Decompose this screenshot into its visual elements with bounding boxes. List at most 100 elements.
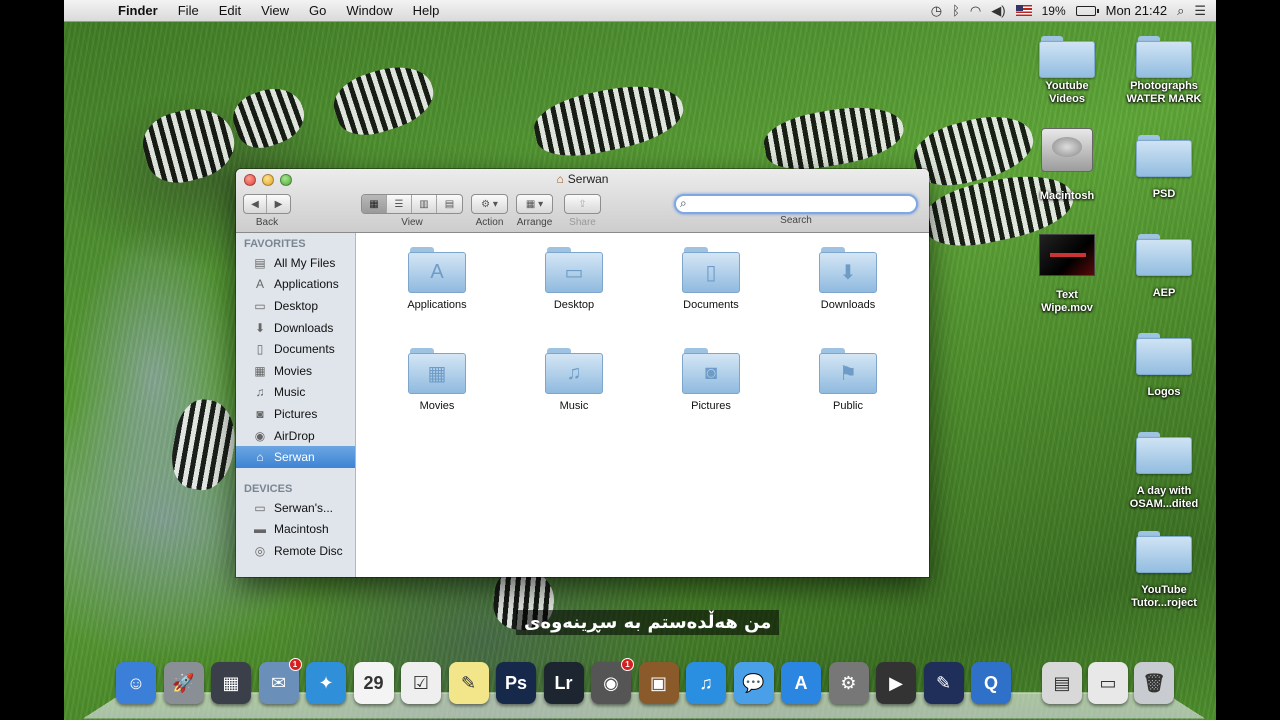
utility-dock-icon[interactable]: ✎ <box>923 662 964 704</box>
devices-header: DEVICES <box>244 482 293 495</box>
menu-view[interactable]: View <box>251 3 299 18</box>
folder-icon <box>1136 234 1192 276</box>
folder-item[interactable]: ♫ Music <box>519 348 629 412</box>
finder-sidebar: FAVORITES ▤ All My Files A Applications ▭ Des… <box>236 233 356 577</box>
iphoto-dock-icon[interactable]: ▣ <box>638 662 679 704</box>
sidebar-item-serwan[interactable]: ⌂ Serwan <box>236 446 355 468</box>
folder-item[interactable]: ⚑ Public <box>793 348 903 412</box>
calendar-dock-icon[interactable]: 29 <box>353 662 394 704</box>
menu-bar: Finder File Edit View Go Window Help ◷ ᛒ… <box>64 0 1216 22</box>
finder-dock-icon[interactable]: ☺ <box>116 662 156 704</box>
sidebar-item-serwan-s[interactable]: ▭ Serwan's... <box>236 497 355 519</box>
sidebar-item-label: Documents <box>274 342 335 357</box>
arrange-button[interactable]: ▦ ▾ <box>516 194 553 214</box>
menu-file[interactable]: File <box>168 3 209 18</box>
app-menu[interactable]: Finder <box>108 3 168 18</box>
quicktime-dock-icon[interactable]: Q <box>971 662 1011 704</box>
icon-view-button[interactable]: ▦ <box>362 195 387 213</box>
folder-item[interactable]: ▦ Movies <box>382 348 492 412</box>
forward-button[interactable]: ▶ <box>267 195 290 213</box>
sidebar-item-macintosh[interactable]: ▬ Macintosh <box>236 519 355 541</box>
folder-item[interactable]: ▭ Desktop <box>519 247 629 311</box>
desktop-item-logos[interactable]: Logos <box>1119 333 1209 399</box>
search-field[interactable]: ⌕ <box>674 194 918 214</box>
desktop-item-photographs[interactable]: Photographs WATER MARK <box>1119 36 1209 106</box>
desktop-item-a-day-with[interactable]: A day with OSAM...dited <box>1119 432 1209 511</box>
photoshop-dock-icon[interactable]: Ps <box>496 662 536 704</box>
movies-icon: ▦ <box>254 363 266 378</box>
action-button[interactable]: ⚙ ▾ <box>471 194 508 214</box>
lightroom-dock-icon[interactable]: Lr <box>543 662 584 704</box>
sidebar-item-all-my-files[interactable]: ▤ All My Files <box>236 252 355 274</box>
battery-percent[interactable]: 19% <box>1042 4 1066 18</box>
arrange-icon: ▦ ▾ <box>525 198 544 210</box>
notes-dock-icon[interactable]: ✎ <box>448 662 489 704</box>
wifi-icon[interactable]: ◠ <box>970 3 981 19</box>
input-source-flag-icon[interactable] <box>1015 5 1032 16</box>
sidebar-item-documents[interactable]: ▯ Documents <box>236 338 355 360</box>
search-input[interactable] <box>696 197 906 211</box>
folder-item[interactable]: A Applications <box>382 247 492 311</box>
sidebar-item-desktop[interactable]: ▭ Desktop <box>236 295 355 317</box>
messages-dock-icon[interactable]: 💬 <box>733 662 774 704</box>
sidebar-item-remote-disc[interactable]: ◎ Remote Disc <box>236 540 355 562</box>
sidebar-item-pictures[interactable]: ◙ Pictures <box>236 403 355 425</box>
sidebar-item-music[interactable]: ♫ Music <box>236 382 355 404</box>
system-preferences-dock-icon[interactable]: ⚙ <box>828 662 869 704</box>
clock[interactable]: Mon 21:42 <box>1106 3 1167 18</box>
battery-icon[interactable] <box>1075 5 1099 16</box>
desktop-item-label: Youtube Videos <box>1045 80 1089 105</box>
spotlight-search-icon[interactable]: ⌕ <box>1177 3 1184 19</box>
facetime-dock-icon[interactable]: ◉ 1 <box>591 658 634 704</box>
itunes-dock-icon[interactable]: ♫ <box>686 662 726 704</box>
view-group: ▦ ☰ ▥ ▤ View <box>361 194 463 228</box>
documents-stack-dock-icon[interactable]: ▭ <box>1088 662 1128 704</box>
menu-edit[interactable]: Edit <box>209 3 251 18</box>
safari-dock-icon[interactable]: ✦ <box>306 662 346 704</box>
back-button[interactable]: ◀ <box>244 195 267 213</box>
volume-icon[interactable]: ◀) <box>991 3 1005 19</box>
desktop-item-aep[interactable]: AEP <box>1119 234 1209 300</box>
final-cut-dock-icon[interactable]: ▶ <box>876 662 916 704</box>
cover-flow-button[interactable]: ▤ <box>437 195 462 213</box>
desktop-icon: ▭ <box>254 298 266 313</box>
applications-folder-icon: A <box>408 247 466 293</box>
trash-dock-icon[interactable]: 🗑 <box>1134 662 1174 704</box>
column-view-button[interactable]: ▥ <box>412 195 437 213</box>
desktop-item-text-wipe[interactable]: Text Wipe.mov <box>1022 234 1112 315</box>
sidebar-item-label: Pictures <box>274 406 318 421</box>
menu-window[interactable]: Window <box>336 3 402 18</box>
list-view-button[interactable]: ☰ <box>387 195 412 213</box>
app-store-dock-icon[interactable]: A <box>781 662 821 704</box>
sidebar-item-downloads[interactable]: ⬇ Downloads <box>236 317 355 339</box>
back-forward-buttons: ◀ ▶ <box>243 194 291 214</box>
desktop-item-psd[interactable]: PSD <box>1119 135 1209 201</box>
folder-item[interactable]: ⬇ Downloads <box>793 247 903 311</box>
hdd-icon: ▬ <box>254 522 266 537</box>
bluetooth-icon[interactable]: ᛒ <box>952 3 960 18</box>
sidebar-item-airdrop[interactable]: ◉ AirDrop <box>236 425 355 447</box>
sidebar-item-movies[interactable]: ▦ Movies <box>236 360 355 382</box>
time-machine-icon[interactable]: ◷ <box>931 3 942 19</box>
share-label: Share <box>569 217 596 228</box>
mail-dock-icon[interactable]: ✉ 1 <box>258 658 302 704</box>
folder-item[interactable]: ◙ Pictures <box>656 348 766 412</box>
notification-center-icon[interactable]: ☰ <box>1194 3 1206 19</box>
desktop-item-macintosh[interactable]: Macintosh <box>1022 128 1112 203</box>
mission-control-dock-icon[interactable]: ▦ <box>211 662 251 704</box>
menu-go[interactable]: Go <box>299 3 336 18</box>
computer-icon: ▭ <box>254 500 266 515</box>
share-button[interactable]: ⇪ <box>564 194 601 214</box>
arrange-label: Arrange <box>516 217 553 228</box>
menu-help[interactable]: Help <box>403 3 450 18</box>
sidebar-item-label: Movies <box>274 363 313 378</box>
desktop-item-youtube-tutor[interactable]: YouTube Tutor...roject <box>1119 531 1209 610</box>
launchpad-dock-icon[interactable]: 🚀 <box>163 662 204 704</box>
folder-item[interactable]: ▯ Documents <box>656 247 766 311</box>
applications-stack-dock-icon[interactable]: ▤ <box>1042 662 1082 704</box>
documents-folder-icon: ▯ <box>682 247 740 293</box>
applications-icon: A <box>255 277 264 292</box>
reminders-dock-icon[interactable]: ☑ <box>401 662 441 704</box>
desktop-item-youtube-videos[interactable]: Youtube Videos <box>1022 36 1112 106</box>
sidebar-item-applications[interactable]: A Applications <box>236 274 355 296</box>
